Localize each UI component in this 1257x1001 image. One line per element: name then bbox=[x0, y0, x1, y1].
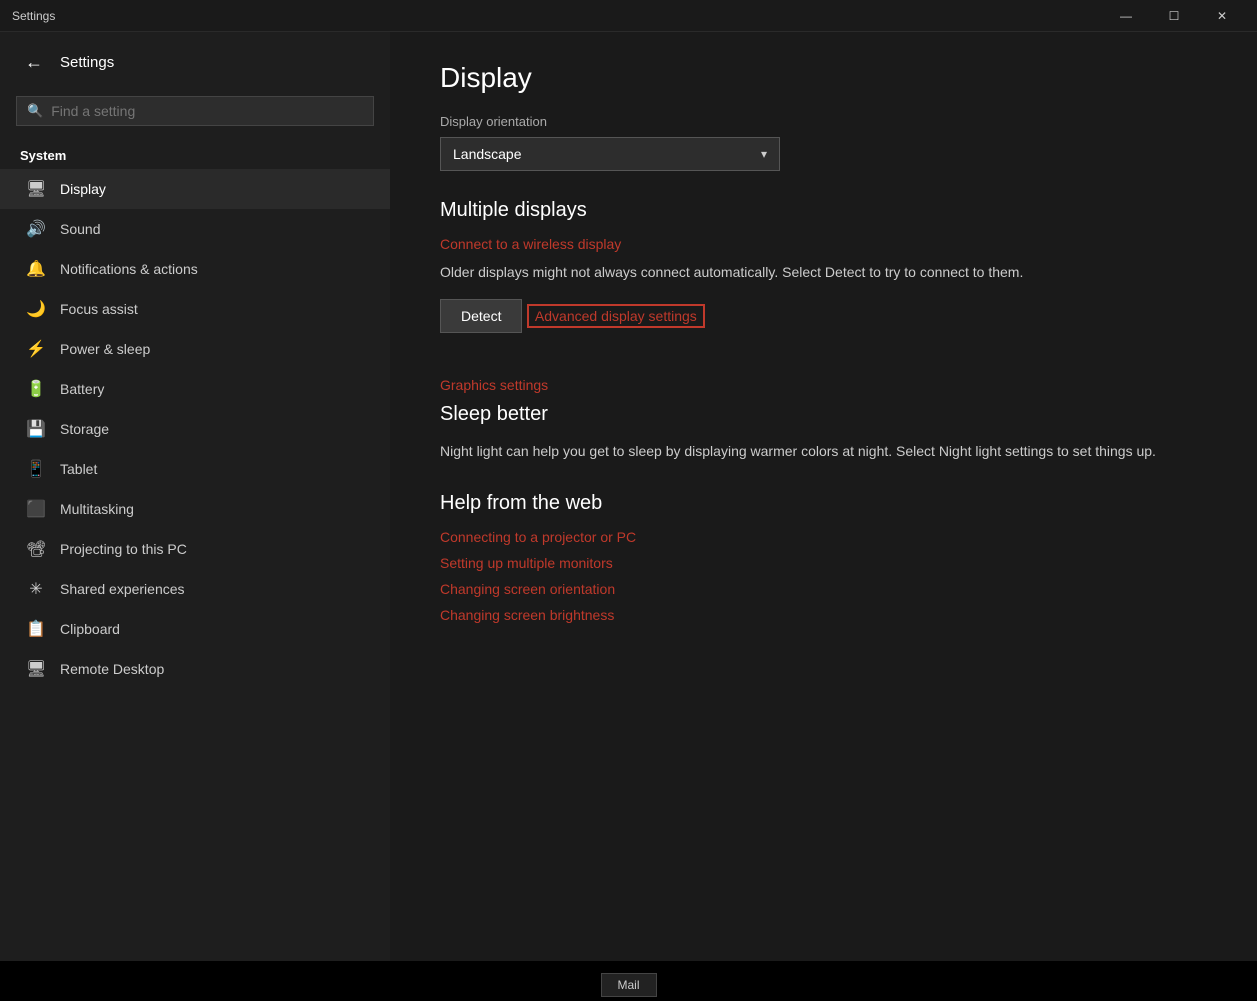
power-icon: ⚡ bbox=[26, 339, 46, 359]
sidebar-item-remote[interactable]: 🖥 Remote Desktop bbox=[0, 649, 390, 689]
sleep-better-heading: Sleep better bbox=[440, 403, 1207, 426]
search-box[interactable]: 🔍 bbox=[16, 96, 374, 126]
wireless-display-link[interactable]: Connect to a wireless display bbox=[440, 236, 1207, 252]
system-label: System bbox=[0, 138, 390, 169]
app-body: ← Settings 🔍 System 🖥 Display 🔊 Sound 🔔 … bbox=[0, 32, 1257, 961]
titlebar-controls: — ☐ ✕ bbox=[1103, 0, 1245, 32]
sidebar-item-label-focus: Focus assist bbox=[60, 301, 138, 317]
help-links: Connecting to a projector or PC Setting u… bbox=[440, 529, 1207, 623]
sidebar-item-focus[interactable]: 🌙 Focus assist bbox=[0, 289, 390, 329]
sidebar-item-notifications[interactable]: 🔔 Notifications & actions bbox=[0, 249, 390, 289]
sidebar-item-label-display: Display bbox=[60, 181, 106, 197]
sidebar-item-tablet[interactable]: 📱 Tablet bbox=[0, 449, 390, 489]
sidebar-item-label-remote: Remote Desktop bbox=[60, 661, 164, 677]
sidebar-item-projecting[interactable]: 📽 Projecting to this PC bbox=[0, 529, 390, 569]
sidebar-item-sound[interactable]: 🔊 Sound bbox=[0, 209, 390, 249]
notifications-icon: 🔔 bbox=[26, 259, 46, 279]
sidebar-item-label-multitasking: Multitasking bbox=[60, 501, 134, 517]
sidebar-item-label-battery: Battery bbox=[60, 381, 104, 397]
close-button[interactable]: ✕ bbox=[1199, 0, 1245, 32]
sidebar-item-power[interactable]: ⚡ Power & sleep bbox=[0, 329, 390, 369]
projecting-icon: 📽 bbox=[26, 539, 46, 559]
chevron-down-icon: ▾ bbox=[761, 147, 767, 161]
titlebar-title: Settings bbox=[12, 9, 1103, 23]
display-icon: 🖥 bbox=[26, 179, 46, 199]
sidebar-app-title: Settings bbox=[60, 54, 114, 71]
main-panel: Display Display orientation Landscape ▾ … bbox=[390, 32, 1257, 961]
sidebar-item-clipboard[interactable]: 📋 Clipboard bbox=[0, 609, 390, 649]
help-link[interactable]: Changing screen orientation bbox=[440, 581, 1207, 597]
sidebar-item-label-projecting: Projecting to this PC bbox=[60, 541, 187, 557]
sidebar-item-label-tablet: Tablet bbox=[60, 461, 97, 477]
restore-button[interactable]: ☐ bbox=[1151, 0, 1197, 32]
advanced-display-settings-box: Advanced display settings bbox=[527, 304, 705, 328]
help-heading: Help from the web bbox=[440, 492, 1207, 515]
older-displays-text: Older displays might not always connect … bbox=[440, 262, 1040, 283]
advanced-display-settings-link[interactable]: Advanced display settings bbox=[535, 308, 697, 324]
clipboard-icon: 📋 bbox=[26, 619, 46, 639]
sidebar-item-shared[interactable]: ✳ Shared experiences bbox=[0, 569, 390, 609]
page-title: Display bbox=[440, 62, 1207, 94]
minimize-button[interactable]: — bbox=[1103, 0, 1149, 32]
sleep-better-text: Night light can help you get to sleep by… bbox=[440, 440, 1200, 462]
taskbar-mail[interactable]: Mail bbox=[600, 973, 656, 997]
sidebar-item-label-storage: Storage bbox=[60, 421, 109, 437]
sound-icon: 🔊 bbox=[26, 219, 46, 239]
sidebar-header: ← Settings bbox=[0, 32, 390, 92]
remote-icon: 🖥 bbox=[26, 659, 46, 679]
storage-icon: 💾 bbox=[26, 419, 46, 439]
graphics-settings-link[interactable]: Graphics settings bbox=[440, 377, 1207, 393]
orientation-label: Display orientation bbox=[440, 114, 1207, 129]
sidebar-item-storage[interactable]: 💾 Storage bbox=[0, 409, 390, 449]
battery-icon: 🔋 bbox=[26, 379, 46, 399]
sidebar-item-label-shared: Shared experiences bbox=[60, 581, 185, 597]
shared-icon: ✳ bbox=[26, 579, 46, 599]
sidebar-item-label-power: Power & sleep bbox=[60, 341, 150, 357]
help-link[interactable]: Connecting to a projector or PC bbox=[440, 529, 1207, 545]
nav-list: 🖥 Display 🔊 Sound 🔔 Notifications & acti… bbox=[0, 169, 390, 689]
titlebar: Settings — ☐ ✕ bbox=[0, 0, 1257, 32]
search-icon: 🔍 bbox=[27, 103, 43, 119]
sidebar-item-battery[interactable]: 🔋 Battery bbox=[0, 369, 390, 409]
multiple-displays-heading: Multiple displays bbox=[440, 199, 1207, 222]
detect-button[interactable]: Detect bbox=[440, 299, 522, 333]
help-link[interactable]: Setting up multiple monitors bbox=[440, 555, 1207, 571]
sidebar-item-label-clipboard: Clipboard bbox=[60, 621, 120, 637]
taskbar: Mail bbox=[0, 961, 1257, 1001]
orientation-dropdown[interactable]: Landscape ▾ bbox=[440, 137, 780, 171]
sidebar-item-display[interactable]: 🖥 Display bbox=[0, 169, 390, 209]
focus-icon: 🌙 bbox=[26, 299, 46, 319]
tablet-icon: 📱 bbox=[26, 459, 46, 479]
help-link[interactable]: Changing screen brightness bbox=[440, 607, 1207, 623]
back-button[interactable]: ← bbox=[20, 48, 48, 76]
search-input[interactable] bbox=[51, 103, 363, 119]
sidebar: ← Settings 🔍 System 🖥 Display 🔊 Sound 🔔 … bbox=[0, 32, 390, 961]
sidebar-item-multitasking[interactable]: ⬛ Multitasking bbox=[0, 489, 390, 529]
sidebar-item-label-sound: Sound bbox=[60, 221, 100, 237]
sidebar-item-label-notifications: Notifications & actions bbox=[60, 261, 198, 277]
orientation-value: Landscape bbox=[453, 146, 522, 162]
multitasking-icon: ⬛ bbox=[26, 499, 46, 519]
